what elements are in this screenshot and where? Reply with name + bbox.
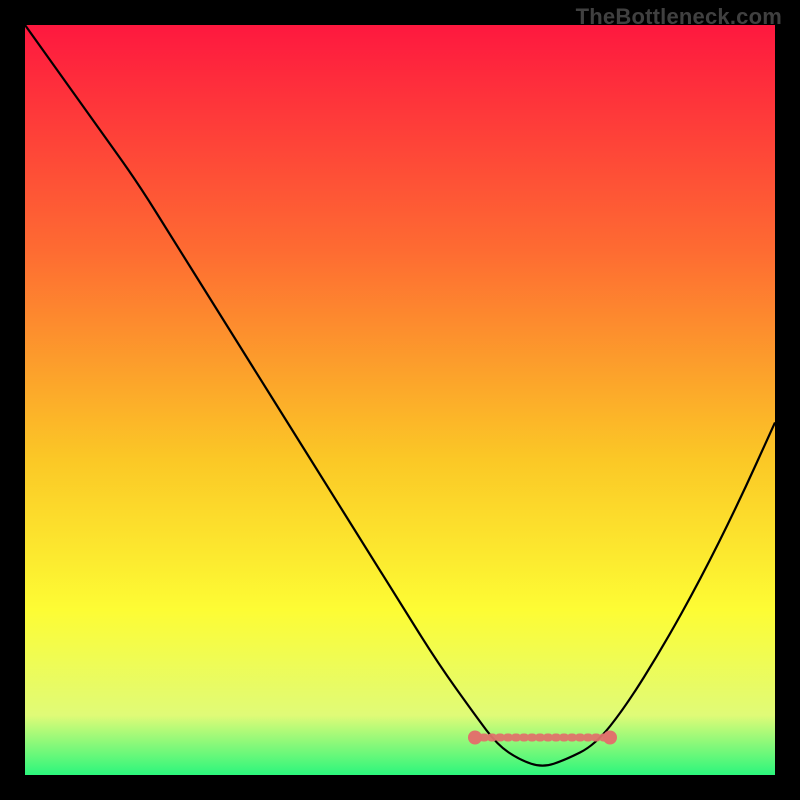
- gradient-background: [25, 25, 775, 775]
- chart-container: TheBottleneck.com: [0, 0, 800, 800]
- chart-svg: [25, 25, 775, 775]
- marker-end: [603, 731, 617, 745]
- marker-start: [468, 731, 482, 745]
- plot-area: [25, 25, 775, 775]
